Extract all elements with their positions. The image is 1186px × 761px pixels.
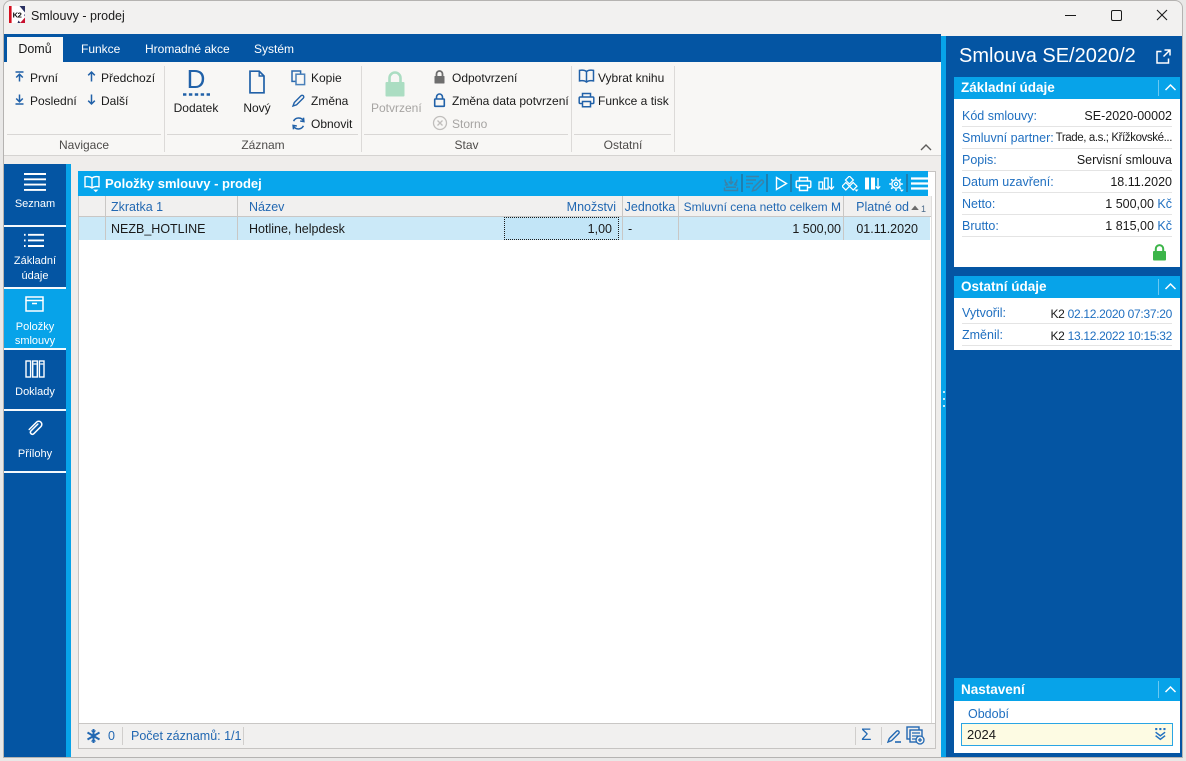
svg-text:K2: K2 <box>13 11 22 20</box>
